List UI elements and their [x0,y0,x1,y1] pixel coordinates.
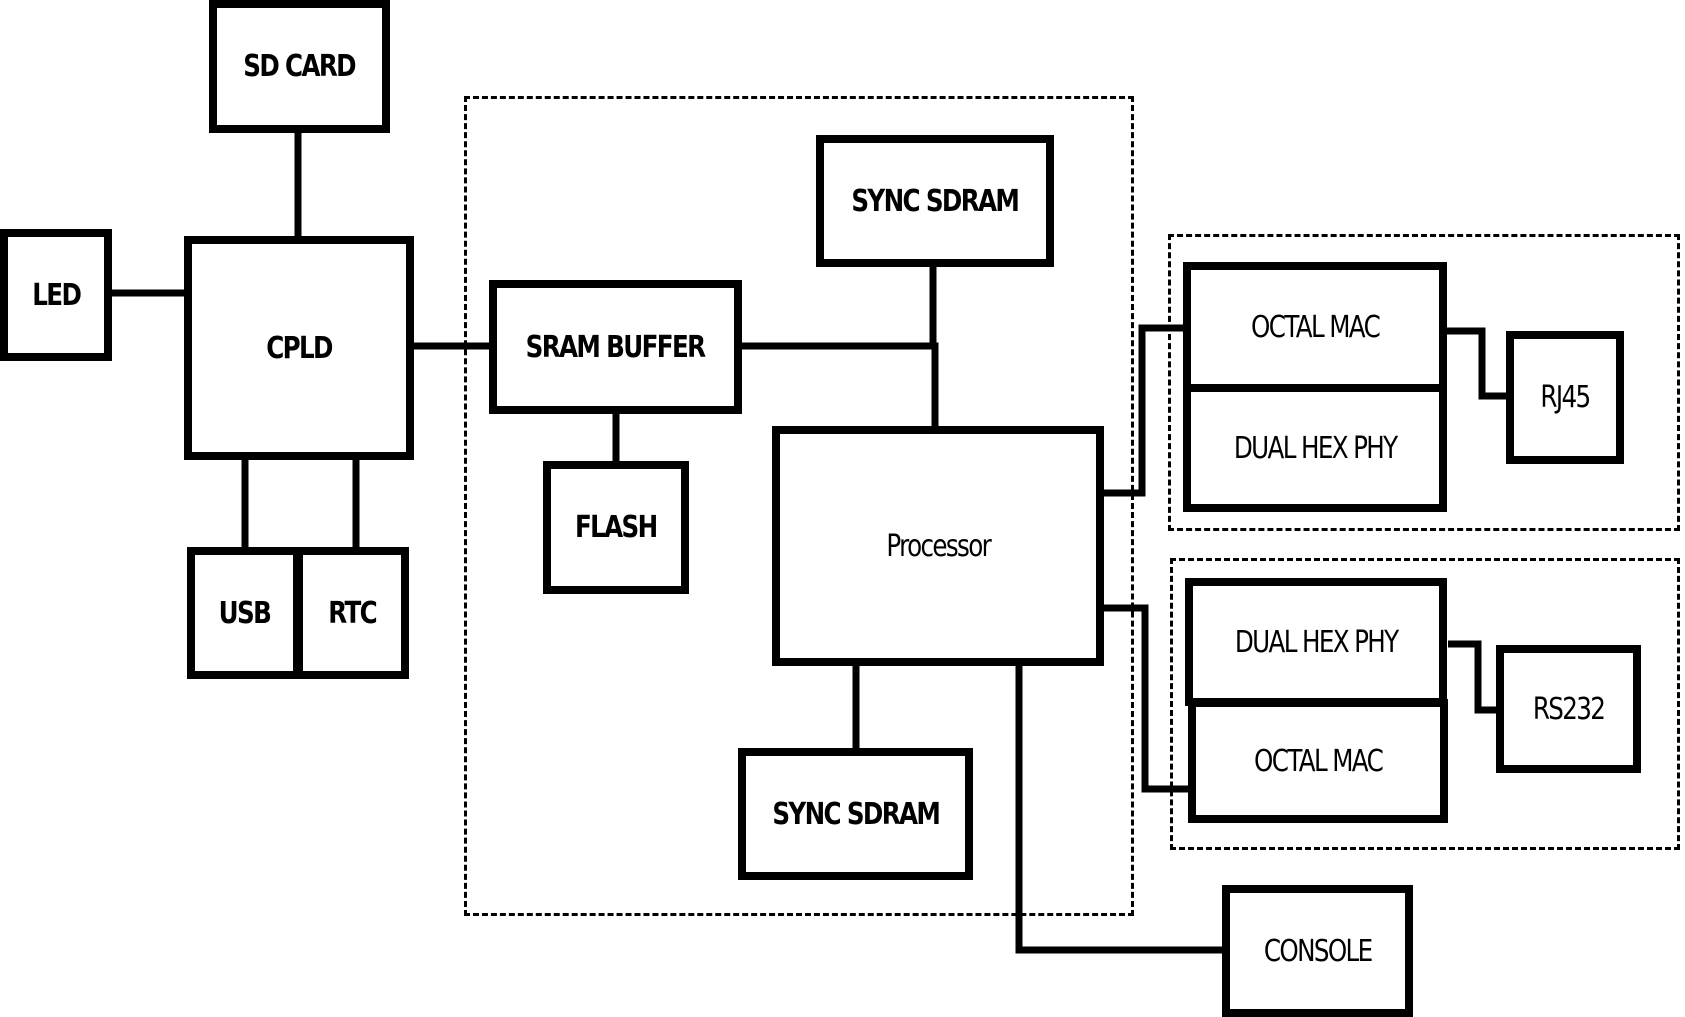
sram-buffer-block: SRAM BUFFER [489,280,742,414]
octal-mac-1-block: OCTAL MAC [1183,262,1447,392]
rtc-label: RTC [328,595,377,631]
sync-sdram-top-block: SYNC SDRAM [816,135,1054,267]
sd-card-block: SD CARD [209,0,390,133]
rs232-block: RS232 [1496,645,1641,773]
led-block: LED [0,229,112,361]
sync-sdram-bottom-block: SYNC SDRAM [738,748,973,880]
block-diagram: SD CARD LED CPLD USB RTC SRAM BUFFER FLA… [0,0,1685,1017]
octal-mac-1-label: OCTAL MAC [1250,309,1381,345]
usb-label: USB [218,595,271,631]
sync-sdram-bottom-label: SYNC SDRAM [772,796,941,832]
led-label: LED [32,277,82,313]
dual-hex-phy-1-label: DUAL HEX PHY [1233,430,1398,466]
console-block: CONSOLE [1222,885,1413,1017]
rtc-block: RTC [295,547,409,679]
sync-sdram-top-label: SYNC SDRAM [851,183,1021,219]
dual-hex-phy-2-label: DUAL HEX PHY [1234,624,1399,660]
sram-buffer-label: SRAM BUFFER [526,329,706,365]
dual-hex-phy-2-block: DUAL HEX PHY [1185,578,1447,706]
dual-hex-phy-1-block: DUAL HEX PHY [1183,384,1447,512]
processor-block: Processor [772,426,1104,666]
octal-mac-2-label: OCTAL MAC [1253,743,1384,779]
usb-block: USB [187,547,301,679]
rs232-label: RS232 [1532,691,1606,727]
rj45-label: RJ45 [1540,380,1591,415]
processor-label: Processor [886,528,991,564]
cpld-block: CPLD [184,236,414,460]
cpld-label: CPLD [266,330,333,366]
flash-block: FLASH [543,461,689,594]
console-label: CONSOLE [1263,933,1373,969]
flash-label: FLASH [575,510,658,545]
rj45-block: RJ45 [1506,331,1624,464]
octal-mac-2-block: OCTAL MAC [1188,699,1448,823]
sd-card-label: SD CARD [243,49,357,84]
